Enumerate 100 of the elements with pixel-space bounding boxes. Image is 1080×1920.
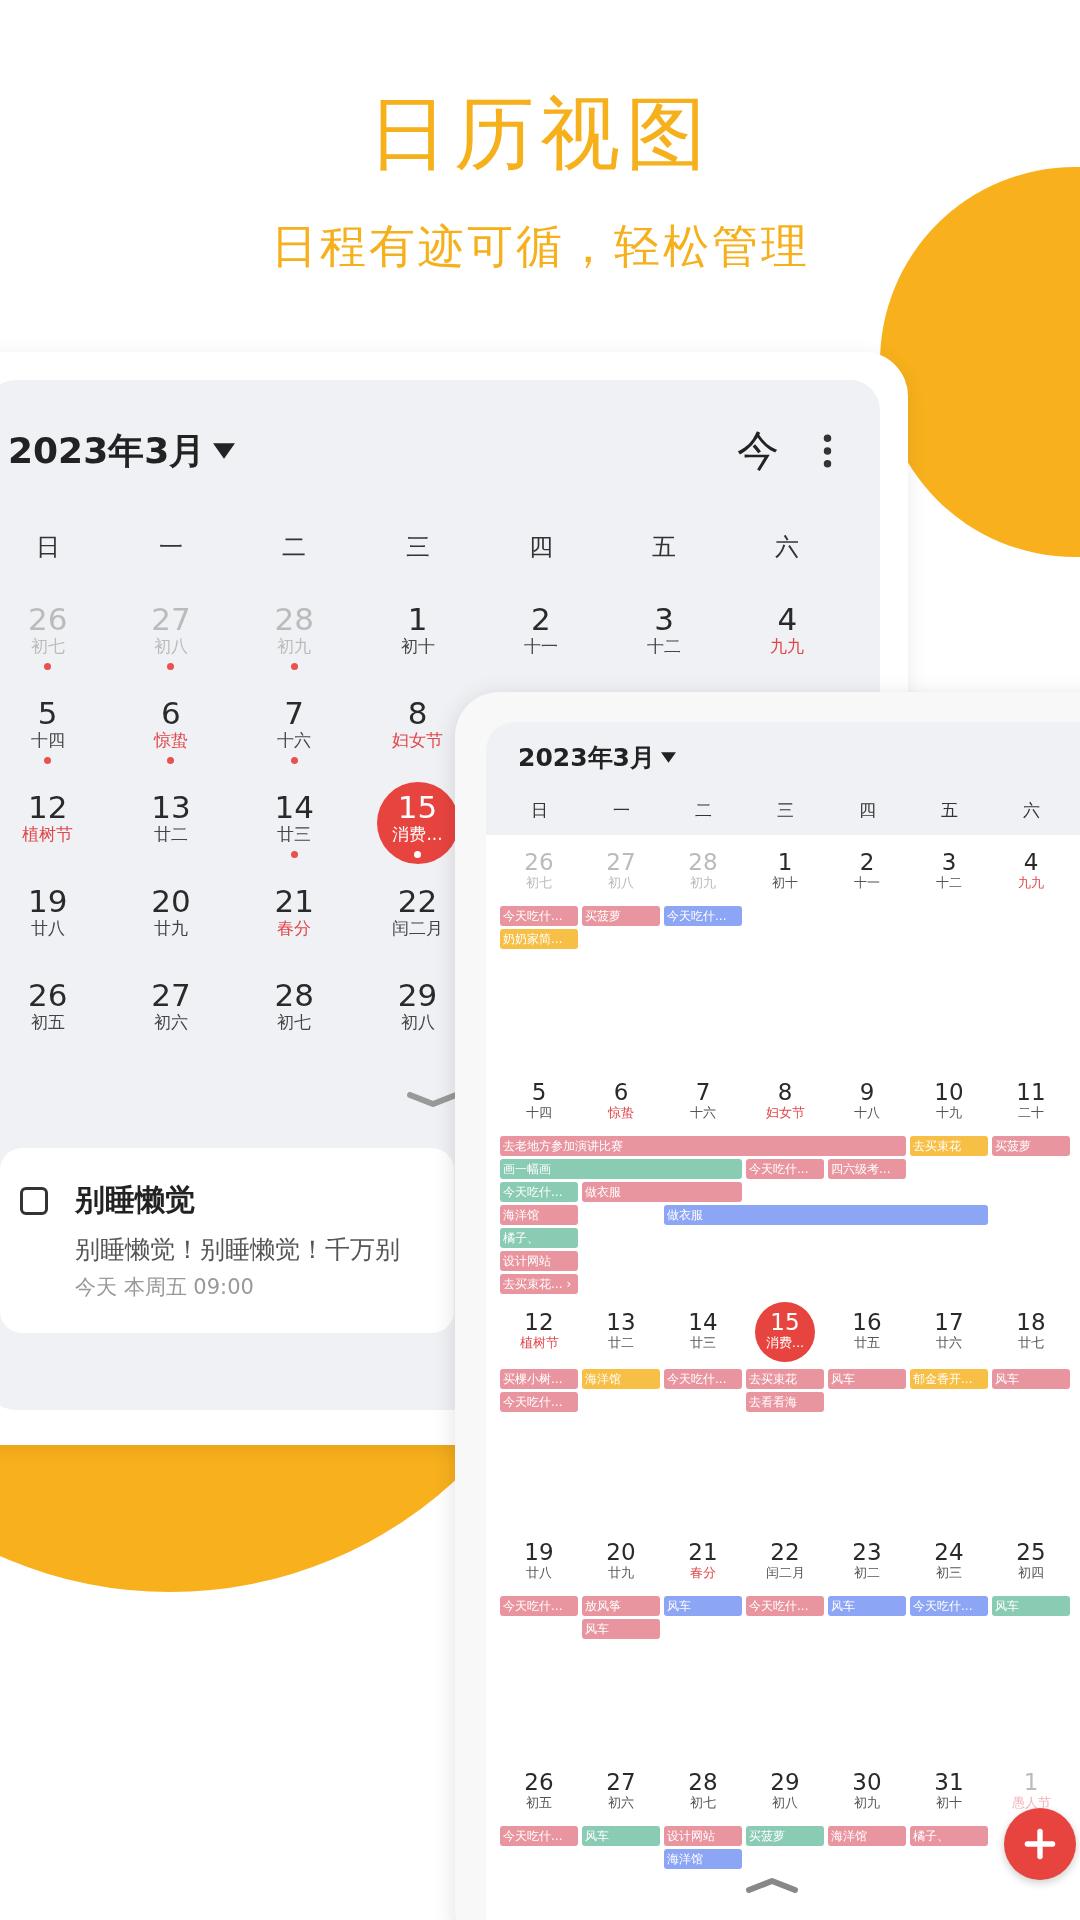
day-number: 28 <box>688 849 718 875</box>
today-highlight[interactable]: 15 消费... <box>755 1302 815 1362</box>
checkbox[interactable] <box>20 1187 48 1215</box>
event-chip[interactable]: 郁金香开... <box>910 1369 988 1389</box>
event-chip[interactable]: 风车 <box>992 1369 1070 1389</box>
day-number: 15 <box>397 790 438 824</box>
day-number: 3 <box>654 602 674 636</box>
day-number: 28 <box>274 978 314 1012</box>
lunar-date: 妇女节 <box>765 1105 805 1121</box>
event-chip[interactable]: 风车 <box>582 1619 660 1639</box>
event-chip[interactable]: 海洋馆 <box>664 1849 742 1869</box>
event-chip[interactable]: 画一幅画 <box>500 1159 742 1179</box>
lunar-date: 廿九 <box>153 918 188 939</box>
day-number: 25 <box>1016 1539 1046 1565</box>
day-number: 14 <box>274 790 314 824</box>
caret-icon[interactable] <box>661 751 676 763</box>
lunar-date: 十九 <box>936 1105 962 1121</box>
day-number: 18 <box>1016 1309 1046 1335</box>
event-chip[interactable]: 海洋馆 <box>500 1205 578 1225</box>
headline: 日历视图 <box>368 86 712 182</box>
event-chip[interactable]: 风车 <box>582 1826 660 1846</box>
weekday-label: 三 <box>404 532 431 563</box>
caret-icon[interactable] <box>213 443 236 459</box>
event-chip[interactable]: 风车 <box>664 1596 742 1616</box>
day-number: 28 <box>274 602 314 636</box>
day-number: 1 <box>1023 1769 1039 1795</box>
event-chip[interactable]: 橘子、 <box>500 1228 578 1248</box>
event-chip[interactable]: 设计网站 <box>664 1826 742 1846</box>
event-chip[interactable]: 去老地方参加演讲比赛 <box>500 1136 906 1156</box>
event-chip[interactable]: 去买束花 <box>746 1369 824 1389</box>
event-chip[interactable]: 海洋馆 <box>828 1826 906 1846</box>
lunar-date: 十四 <box>526 1105 552 1121</box>
event-chip[interactable]: 今天吃什... <box>664 906 742 926</box>
event-chip[interactable]: 今天吃什... <box>500 1596 578 1616</box>
day-number: 27 <box>606 1769 636 1795</box>
event-chip[interactable]: 买菠萝 <box>746 1826 824 1846</box>
event-chip[interactable]: 做衣服 <box>664 1205 988 1225</box>
today-button[interactable]: 今 <box>737 423 779 479</box>
event-chip[interactable]: 买菠萝 <box>582 906 660 926</box>
event-chip[interactable]: 海洋馆 <box>582 1369 660 1389</box>
plus-icon[interactable] <box>1022 1826 1058 1862</box>
day-number: 9 <box>859 1079 875 1105</box>
day-number: 12 <box>27 790 68 824</box>
lunar-date: 廿九 <box>608 1565 634 1581</box>
lunar-date: 初六 <box>153 1012 188 1033</box>
day-number: 3 <box>941 849 957 875</box>
event-chip[interactable]: 今天吃什... <box>500 1826 578 1846</box>
event-chip[interactable]: 去看看海 <box>746 1392 824 1412</box>
day-number: 29 <box>397 978 438 1012</box>
todo-card[interactable]: 别睡懒觉 别睡懒觉！别睡懒觉！千万别 今天 本周五 09:00 <box>0 1148 454 1333</box>
day-number: 8 <box>407 696 428 730</box>
event-chip[interactable]: 今天吃什... <box>664 1369 742 1389</box>
event-chip[interactable]: 放风筝 <box>582 1596 660 1616</box>
day-number: 1 <box>407 602 428 636</box>
month-title[interactable]: 2023年3月 <box>8 426 206 476</box>
lunar-date: 初八 <box>772 1795 798 1811</box>
event-chip[interactable]: 今天吃什... <box>910 1596 988 1616</box>
weekday-label: 日 <box>34 532 61 563</box>
day-number: 13 <box>151 790 191 824</box>
weekday-label: 四 <box>857 799 877 822</box>
event-chip[interactable]: 今天吃什... <box>746 1596 824 1616</box>
day-number: 12 <box>524 1309 554 1335</box>
event-chip[interactable]: 今天吃什... <box>500 906 578 926</box>
lunar-date: 初九 <box>277 636 312 657</box>
event-chip[interactable]: 设计网站 <box>500 1251 578 1271</box>
event-chip[interactable]: 买棵小树... <box>500 1369 578 1389</box>
event-chip[interactable]: 去买束花... › <box>500 1274 578 1294</box>
event-chip[interactable]: 风车 <box>992 1596 1070 1616</box>
event-chip[interactable]: 风车 <box>828 1369 906 1389</box>
event-chip[interactable]: 橘子、 <box>910 1826 988 1846</box>
lunar-date: 初八 <box>608 875 634 891</box>
event-chip[interactable]: 今天吃什... <box>500 1392 578 1412</box>
day-number: 5 <box>37 696 58 730</box>
month-title[interactable]: 2023年3月 <box>518 740 655 774</box>
lunar-date: 廿三 <box>690 1335 716 1351</box>
day-number: 23 <box>852 1539 882 1565</box>
event-chip[interactable]: 做衣服 <box>582 1182 742 1202</box>
day-number: 13 <box>606 1309 636 1335</box>
lunar-date: 妇女节 <box>392 730 444 751</box>
lunar-date: 初八 <box>153 636 188 657</box>
weekday-label: 五 <box>651 532 678 563</box>
todo-time: 今天 本周五 09:00 <box>75 1274 255 1301</box>
day-number: 10 <box>934 1079 964 1105</box>
lunar-date: 廿二 <box>153 824 188 845</box>
day-number: 26 <box>524 1769 554 1795</box>
event-chip[interactable]: 买菠萝 <box>992 1136 1070 1156</box>
event-chip[interactable]: 今天吃什... <box>500 1182 578 1202</box>
lunar-date: 初十 <box>772 875 798 891</box>
lunar-date: 初九 <box>854 1795 880 1811</box>
more-icon[interactable] <box>823 434 832 468</box>
day-number: 11 <box>1016 1079 1046 1105</box>
chevron-up-icon[interactable] <box>746 1877 798 1893</box>
event-chip[interactable]: 去买束花 <box>910 1136 988 1156</box>
lunar-date: 植树节 <box>519 1335 559 1351</box>
event-chip[interactable]: 奶奶家简... <box>500 929 578 949</box>
event-chip[interactable]: 风车 <box>828 1596 906 1616</box>
event-chip[interactable]: 今天吃什... <box>746 1159 824 1179</box>
event-chip[interactable]: 四六级考... <box>828 1159 906 1179</box>
lunar-date: 初五 <box>526 1795 552 1811</box>
lunar-date: 初十 <box>400 636 435 657</box>
